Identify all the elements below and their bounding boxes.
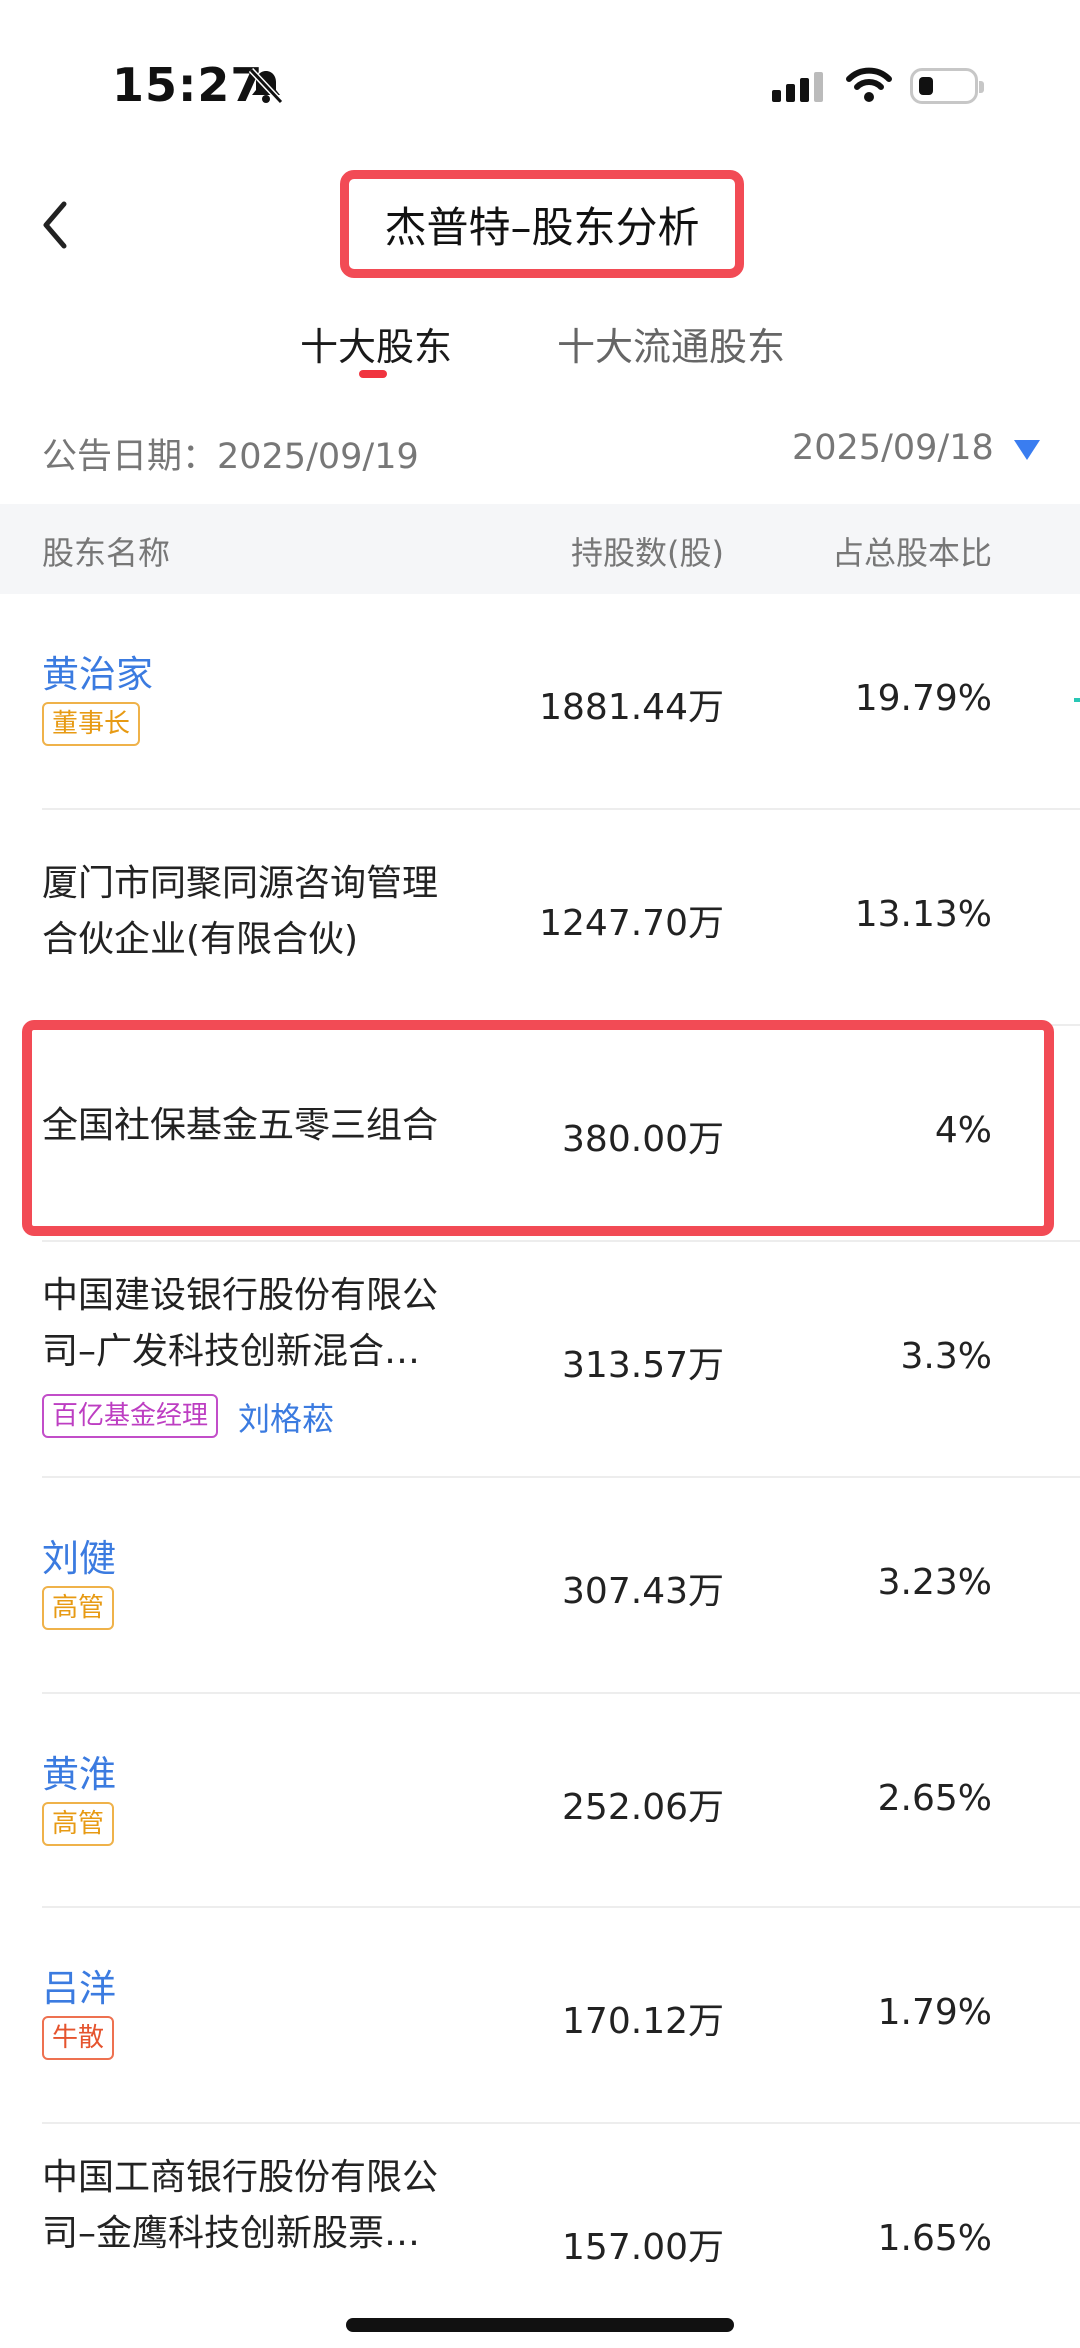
battery-icon (910, 68, 984, 104)
fund-manager-badge: 百亿基金经理 (42, 1394, 219, 1438)
row-divider (42, 808, 1080, 810)
column-header-shares: 持股数(股) (571, 534, 724, 572)
cellular-signal-icon (772, 72, 828, 102)
back-chevron-icon[interactable] (38, 198, 72, 252)
shareholder-name: 厦门市同聚同源咨询管理 合伙企业(有限合伙) (42, 863, 439, 960)
shareholder-name-link[interactable]: 黄淮 (42, 1744, 116, 1798)
shares-value: 1881.44万 (539, 687, 724, 728)
ratio-value: 3.3% (900, 1336, 992, 1377)
row-divider (42, 1906, 1080, 1908)
date-selector[interactable]: 2025/09/18 (792, 428, 994, 468)
announcement-date: 公告日期：2025/09/19 (42, 437, 419, 477)
wifi-icon (846, 67, 892, 102)
tab-top-ten-shareholders[interactable]: 十大股东 (300, 316, 452, 371)
ratio-value: 13.13% (854, 894, 992, 935)
shares-value: 170.12万 (562, 2001, 724, 2042)
ratio-value: 19.79% (854, 678, 992, 719)
edge-indicator (1074, 698, 1080, 702)
silent-bell-icon (248, 67, 284, 105)
ratio-value: 1.65% (877, 2218, 992, 2259)
role-badge: 高管 (42, 1802, 115, 1846)
tab-top-ten-float-shareholders[interactable]: 十大流通股东 (557, 316, 785, 371)
shares-value: 157.00万 (562, 2227, 724, 2268)
ratio-value: 2.65% (877, 1778, 992, 1819)
shares-value: 1247.70万 (539, 903, 724, 944)
fund-manager-link[interactable]: 刘格菘 (238, 1394, 334, 1440)
role-badge: 高管 (42, 1586, 115, 1630)
shareholder-name-link[interactable]: 吕洋 (42, 1958, 116, 2012)
shares-value: 252.06万 (562, 1787, 724, 1828)
shareholder-name: 中国工商银行股份有限公 司–金鹰科技创新股票… (42, 2157, 439, 2254)
shareholder-name-link[interactable]: 刘健 (42, 1528, 116, 1582)
column-header-name: 股东名称 (42, 534, 171, 572)
home-indicator[interactable] (346, 2318, 734, 2332)
role-badge: 董事长 (42, 702, 141, 746)
shares-value: 307.43万 (562, 1571, 724, 1612)
shareholder-name: 中国建设银行股份有限公 司–广发科技创新混合… (42, 1275, 439, 1372)
shareholder-name-link[interactable]: 黄治家 (42, 644, 153, 698)
column-header-ratio: 占总股本比 (831, 534, 992, 572)
ratio-value: 1.79% (877, 1992, 992, 2033)
status-time: 15:27 (112, 58, 264, 112)
ratio-value: 3.23% (877, 1562, 992, 1603)
row-divider (42, 1476, 1080, 1478)
row-divider (42, 1692, 1080, 1694)
active-tab-indicator (359, 370, 387, 378)
row-divider (42, 1240, 1080, 1242)
role-badge: 牛散 (42, 2016, 115, 2060)
row-highlight-box (22, 1020, 1054, 1236)
page-title-highlight: 杰普特–股东分析 (340, 170, 744, 278)
page-title: 杰普特–股东分析 (384, 202, 700, 252)
row-divider (42, 2122, 1080, 2124)
dropdown-triangle-icon[interactable] (1014, 440, 1040, 460)
shares-value: 313.57万 (562, 1345, 724, 1386)
